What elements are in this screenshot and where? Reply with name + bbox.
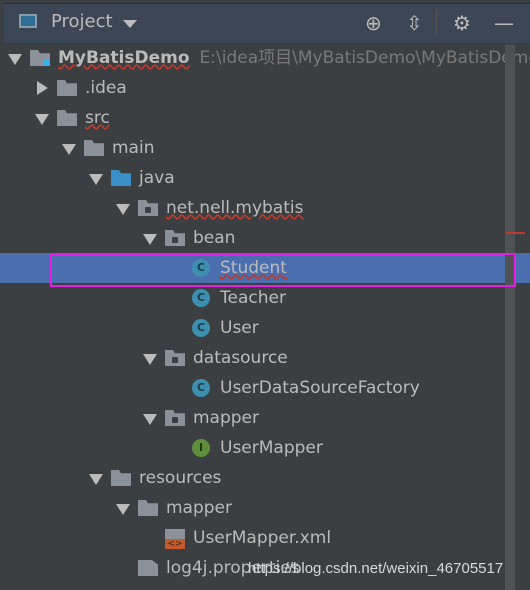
tree-item[interactable]: datasource xyxy=(0,343,530,373)
tree-item[interactable]: net.nell.mybatis xyxy=(0,193,530,223)
tree-item[interactable]: UserMapper.xml xyxy=(0,523,530,553)
module-folder-icon xyxy=(30,50,50,66)
tree-item-label: Teacher xyxy=(220,288,286,308)
folder-icon xyxy=(138,500,158,516)
package-icon xyxy=(165,410,185,426)
project-tree: MyBatisDemo E:\idea项目\MyBatisDemo\MyBatis… xyxy=(0,43,530,583)
tree-item-label: UserMapper xyxy=(220,438,323,458)
module-path: E:\idea项目\MyBatisDemo\MyBatisDemo xyxy=(199,48,530,68)
resources-folder-icon xyxy=(111,470,131,486)
tree-item-label: mapper xyxy=(166,498,233,518)
tree-item[interactable]: src xyxy=(0,103,530,133)
package-icon xyxy=(165,230,185,246)
expand-arrow-icon[interactable] xyxy=(35,114,49,125)
tree-item-label: mapper xyxy=(193,408,260,428)
class-icon: C xyxy=(192,289,210,307)
expand-arrow-icon[interactable] xyxy=(62,144,76,155)
tree-item[interactable]: mapper xyxy=(0,493,530,523)
tree-item-label: net.nell.mybatis xyxy=(166,198,304,218)
tree-item[interactable]: C UserDataSourceFactory xyxy=(0,373,530,403)
scrollbar[interactable] xyxy=(505,45,515,590)
xml-file-icon xyxy=(165,529,185,549)
tree-item[interactable]: .idea xyxy=(0,73,530,103)
folder-icon xyxy=(57,110,77,126)
expand-arrow-icon[interactable] xyxy=(143,354,157,365)
tree-item-label: datasource xyxy=(193,348,288,368)
tree-item-label: resources xyxy=(139,468,222,488)
expand-arrow-icon[interactable] xyxy=(116,204,130,215)
error-marker xyxy=(505,232,525,234)
expand-arrow-icon[interactable] xyxy=(143,414,157,425)
tree-item[interactable]: bean xyxy=(0,223,530,253)
expand-arrow-icon[interactable] xyxy=(143,234,157,245)
interface-icon: I xyxy=(192,439,210,457)
divider xyxy=(436,10,437,36)
tree-item-label: UserMapper.xml xyxy=(193,528,332,548)
tree-item[interactable]: resources xyxy=(0,463,530,493)
tree-item[interactable]: mapper xyxy=(0,403,530,433)
tree-item-label: UserDataSourceFactory xyxy=(220,378,420,398)
tree-item[interactable]: MyBatisDemo E:\idea项目\MyBatisDemo\MyBatis… xyxy=(0,43,530,73)
tree-item[interactable]: C Teacher xyxy=(0,283,530,313)
folder-icon xyxy=(57,80,77,96)
tree-item-label: bean xyxy=(193,228,236,248)
tree-item[interactable]: C User xyxy=(0,313,530,343)
tree-item-label: java xyxy=(139,168,175,188)
tree-item[interactable]: main xyxy=(0,133,530,163)
package-icon xyxy=(138,200,158,216)
expand-arrow-icon[interactable] xyxy=(116,504,130,515)
class-icon: C xyxy=(192,319,210,337)
project-toolbar: Project ⊕ ⇳ ⚙ — xyxy=(4,3,530,43)
project-window-icon xyxy=(19,14,37,28)
expand-arrow-icon[interactable] xyxy=(89,174,103,185)
watermark: https://blog.csdn.net/weixin_46705517 xyxy=(248,560,504,577)
tree-item[interactable]: java xyxy=(0,163,530,193)
expand-arrow-icon[interactable] xyxy=(89,474,103,485)
tree-item[interactable]: I UserMapper xyxy=(0,433,530,463)
minimize-icon[interactable]: — xyxy=(494,12,514,34)
locate-icon[interactable]: ⊕ xyxy=(365,12,382,34)
collapse-arrow-icon[interactable] xyxy=(37,81,48,95)
expand-arrow-icon[interactable] xyxy=(8,54,22,65)
project-view-title[interactable]: Project xyxy=(51,11,113,32)
chevron-down-icon[interactable] xyxy=(123,20,137,28)
folder-icon xyxy=(84,140,104,156)
highlight-box xyxy=(50,253,516,287)
tree-item-label: src xyxy=(85,108,110,128)
tree-item-label: main xyxy=(112,138,155,158)
properties-file-icon xyxy=(138,560,158,576)
source-folder-icon xyxy=(111,170,131,186)
collapse-all-icon[interactable]: ⇳ xyxy=(406,12,423,34)
tree-item-label: MyBatisDemo xyxy=(58,48,190,68)
package-icon xyxy=(165,350,185,366)
tree-item-label: .idea xyxy=(85,78,127,98)
tree-item-label: User xyxy=(220,318,259,338)
gear-icon[interactable]: ⚙ xyxy=(453,12,471,34)
class-icon: C xyxy=(192,379,210,397)
